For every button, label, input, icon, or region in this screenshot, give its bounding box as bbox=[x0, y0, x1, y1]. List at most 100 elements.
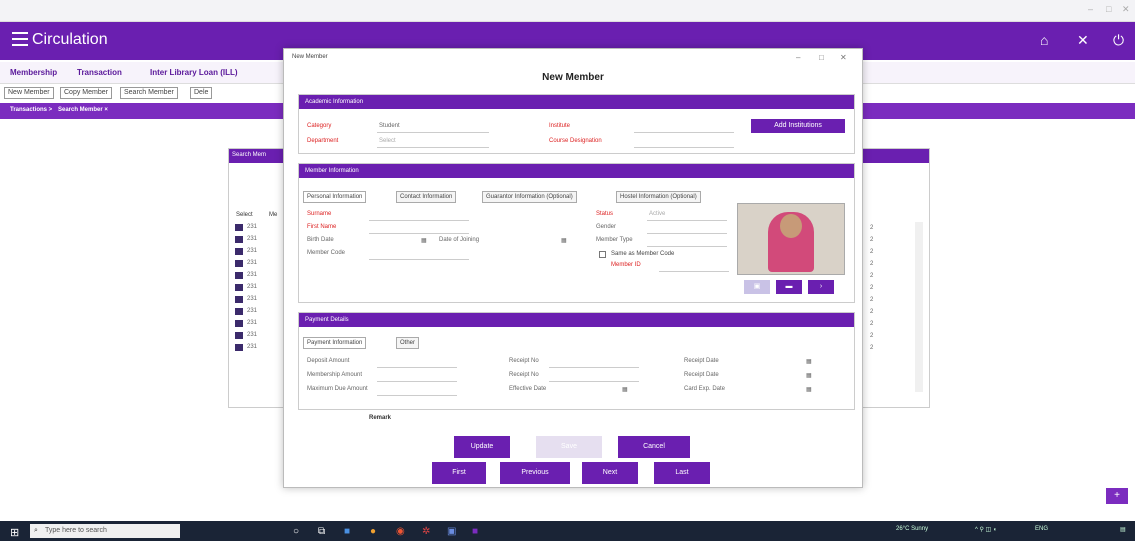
tray-icons[interactable]: ^ ⚲ ◫ ◖ bbox=[975, 526, 997, 533]
tab-new-member[interactable]: New Member bbox=[4, 87, 54, 99]
table-row[interactable]: 231 bbox=[235, 224, 283, 233]
tab-copy-member[interactable]: Copy Member bbox=[60, 87, 112, 99]
notification-icon[interactable]: ▤ bbox=[1120, 526, 1126, 533]
receipt-date-label-2: Receipt Date bbox=[684, 372, 719, 378]
cancel-button[interactable]: Cancel bbox=[618, 436, 690, 458]
first-button[interactable]: First bbox=[432, 462, 486, 484]
effective-date-label: Effective Date bbox=[509, 386, 547, 392]
row-checkbox[interactable] bbox=[235, 272, 243, 279]
dialog-heading: New Member bbox=[542, 72, 604, 83]
table-row[interactable]: 231 bbox=[235, 248, 283, 257]
weather-status[interactable]: 26°C Sunny bbox=[896, 526, 928, 532]
table-row[interactable]: 231 bbox=[235, 320, 283, 329]
breadcrumb-transactions[interactable]: Transactions > bbox=[10, 107, 52, 113]
dialog-minimize-button[interactable]: – bbox=[796, 53, 800, 62]
calendar-icon[interactable]: ▦ bbox=[806, 358, 812, 365]
add-institutions-button[interactable]: Add Institutions bbox=[751, 119, 845, 133]
table-row[interactable]: 231 bbox=[235, 236, 283, 245]
hamburger-menu-icon[interactable] bbox=[12, 32, 28, 46]
circulation-app-icon[interactable]: ■ bbox=[472, 526, 478, 537]
menu-membership[interactable]: Membership bbox=[10, 68, 57, 77]
row-checkbox[interactable] bbox=[235, 224, 243, 231]
photo-capture-button[interactable]: ▬ bbox=[776, 280, 802, 294]
row-checkbox[interactable] bbox=[235, 296, 243, 303]
department-select[interactable]: Select bbox=[379, 138, 396, 144]
row-checkbox[interactable] bbox=[235, 260, 243, 267]
breadcrumb-search-member[interactable]: Search Member × bbox=[58, 107, 108, 113]
table-row[interactable]: 231 bbox=[235, 296, 283, 305]
update-button[interactable]: Update bbox=[454, 436, 510, 458]
row-checkbox[interactable] bbox=[235, 284, 243, 291]
firstname-label: First Name bbox=[307, 224, 337, 230]
edge-icon[interactable]: ● bbox=[370, 526, 376, 537]
cortana-icon[interactable]: ○ bbox=[293, 526, 299, 537]
taskbar-search[interactable]: ⌕ Type here to search bbox=[30, 524, 180, 538]
tab-contact[interactable]: Contact Information bbox=[396, 191, 457, 203]
close-icon[interactable]: ✕ bbox=[1077, 32, 1089, 49]
app-title: Circulation bbox=[32, 31, 108, 48]
minimize-button[interactable]: – bbox=[1088, 4, 1093, 14]
gender-label: Gender bbox=[596, 224, 617, 230]
menu-ill[interactable]: Inter Library Loan (ILL) bbox=[150, 68, 238, 77]
tab-payment-other[interactable]: Other bbox=[396, 337, 420, 349]
grid-right-cell: 2 bbox=[870, 297, 874, 303]
row-checkbox[interactable] bbox=[235, 320, 243, 327]
same-as-code-checkbox[interactable] bbox=[599, 251, 606, 258]
store-icon[interactable]: ▣ bbox=[447, 526, 456, 537]
row-checkbox[interactable] bbox=[235, 308, 243, 315]
dialog-window-title: New Member bbox=[292, 54, 328, 60]
tab-delete[interactable]: Dele bbox=[190, 87, 213, 99]
language-indicator[interactable]: ENG bbox=[1035, 526, 1048, 532]
table-row[interactable]: 231 bbox=[235, 344, 283, 353]
grid-right-cell: 2 bbox=[870, 237, 874, 243]
last-button[interactable]: Last bbox=[654, 462, 710, 484]
taskbar: ⊞ ⌕ Type here to search ○ ⧉ ■ ● ◉ ✲ ▣ ■ … bbox=[0, 521, 1135, 541]
calendar-icon[interactable]: ▦ bbox=[622, 386, 628, 393]
photo-delete-button[interactable]: ▣ bbox=[744, 280, 770, 294]
calendar-icon[interactable]: ▦ bbox=[421, 237, 427, 244]
task-view-icon[interactable]: ⧉ bbox=[318, 526, 325, 537]
home-icon[interactable]: ⌂ bbox=[1040, 32, 1048, 48]
tab-payment-info[interactable]: Payment Information bbox=[303, 337, 367, 349]
status-select[interactable]: Active bbox=[649, 211, 665, 217]
membership-amount-label: Membership Amount bbox=[307, 372, 363, 378]
chrome-icon[interactable]: ◉ bbox=[396, 526, 405, 537]
tab-hostel[interactable]: Hostel Information (Optional) bbox=[616, 191, 701, 203]
birthdate-label: Birth Date bbox=[307, 237, 334, 243]
table-row[interactable]: 231 bbox=[235, 272, 283, 281]
table-row[interactable]: 231 bbox=[235, 332, 283, 341]
remark-label: Remark bbox=[369, 415, 392, 421]
app-icon[interactable]: ✲ bbox=[422, 526, 430, 537]
status-label: Status bbox=[596, 211, 614, 217]
row-checkbox[interactable] bbox=[235, 236, 243, 243]
tab-guarantor[interactable]: Guarantor Information (Optional) bbox=[482, 191, 577, 203]
calendar-icon[interactable]: ▦ bbox=[806, 372, 812, 379]
calendar-icon[interactable]: ▦ bbox=[806, 386, 812, 393]
category-select[interactable]: Student bbox=[379, 123, 400, 129]
table-row[interactable]: 231 bbox=[235, 284, 283, 293]
row-checkbox[interactable] bbox=[235, 344, 243, 351]
windows-start-icon[interactable]: ⊞ bbox=[10, 526, 19, 539]
table-row[interactable]: 231 bbox=[235, 308, 283, 317]
row-checkbox[interactable] bbox=[235, 248, 243, 255]
photo-next-button[interactable]: › bbox=[808, 280, 834, 294]
previous-button[interactable]: Previous bbox=[500, 462, 570, 484]
table-row[interactable]: 231 bbox=[235, 260, 283, 269]
maximize-button[interactable]: □ bbox=[1106, 4, 1111, 14]
dialog-close-button[interactable]: ✕ bbox=[840, 53, 847, 62]
tab-search-member[interactable]: Search Member bbox=[120, 87, 178, 99]
file-explorer-icon[interactable]: ■ bbox=[344, 526, 350, 537]
next-button[interactable]: Next bbox=[582, 462, 638, 484]
grid-scrollbar[interactable] bbox=[915, 222, 923, 392]
course-label: Course Designation bbox=[549, 138, 602, 144]
row-checkbox[interactable] bbox=[235, 332, 243, 339]
close-window-button[interactable]: ✕ bbox=[1122, 4, 1130, 15]
power-icon[interactable]: ⏻ bbox=[1113, 32, 1124, 49]
tab-personal[interactable]: Personal Information bbox=[303, 191, 367, 203]
grid-right-cell: 2 bbox=[870, 225, 874, 231]
menu-transaction[interactable]: Transaction bbox=[77, 68, 122, 77]
save-button[interactable]: Save bbox=[536, 436, 602, 458]
dialog-maximize-button[interactable]: □ bbox=[819, 53, 824, 62]
calendar-icon[interactable]: ▦ bbox=[561, 237, 567, 244]
add-fab-button[interactable]: + bbox=[1106, 488, 1128, 504]
